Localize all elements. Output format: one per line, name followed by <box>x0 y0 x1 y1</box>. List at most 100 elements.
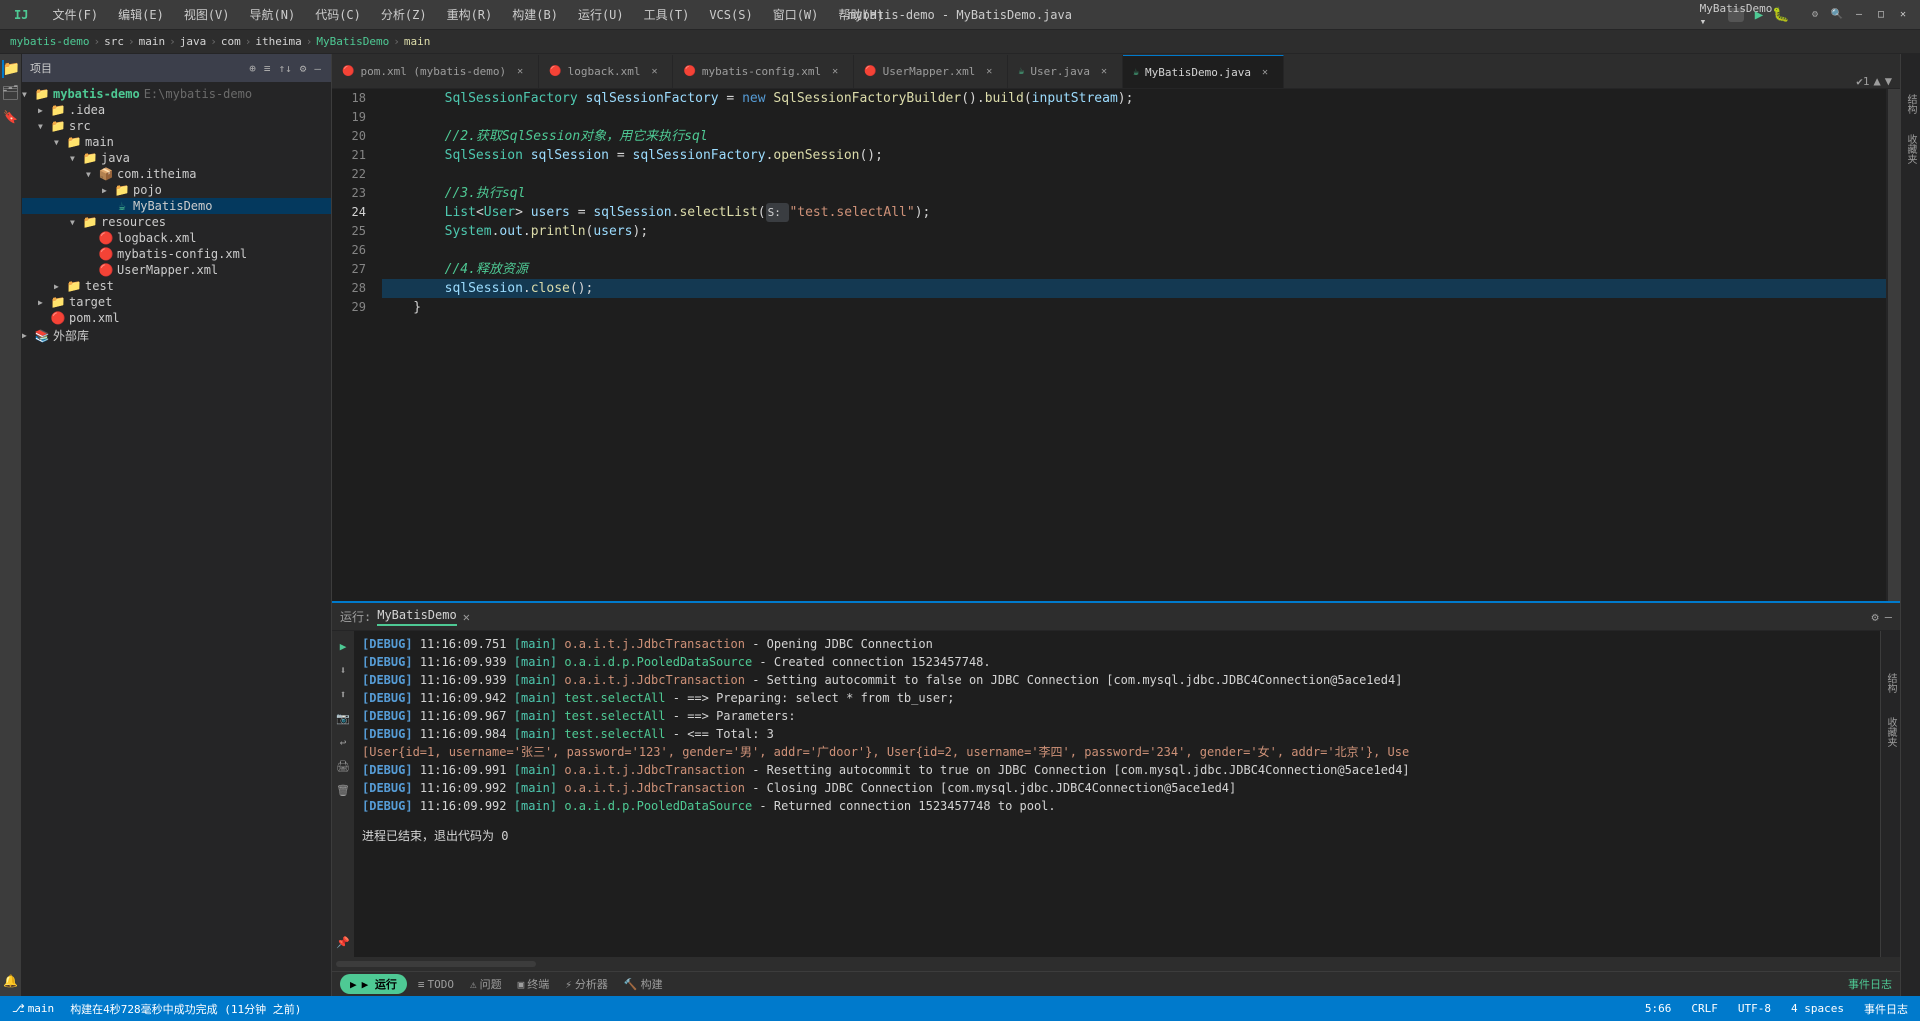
panel-snapshot-btn[interactable]: 📷 <box>334 709 352 727</box>
tree-item-logback[interactable]: ▶ 🔴 logback.xml <box>22 230 331 246</box>
indentation[interactable]: 4 spaces <box>1787 1000 1848 1017</box>
tab-mybatis-config[interactable]: 🔴 mybatis-config.xml ✕ <box>673 55 854 88</box>
structure-label[interactable]: 结构 <box>1881 671 1900 695</box>
menu-view[interactable]: 视图(V) <box>180 4 234 25</box>
breadcrumb-com[interactable]: com <box>221 35 241 48</box>
notifications-icon[interactable]: 🔔 <box>2 972 20 990</box>
tree-item-pojo[interactable]: ▶ 📁 pojo <box>22 182 331 198</box>
tab-logback-close[interactable]: ✕ <box>646 64 662 80</box>
tab-usermapper-close[interactable]: ✕ <box>981 64 997 80</box>
menu-analyze[interactable]: 分析(Z) <box>377 4 431 25</box>
event-log-btn[interactable]: 事件日志 <box>1848 976 1892 992</box>
debug-button[interactable]: 🐛 <box>1774 8 1788 22</box>
breadcrumb-main[interactable]: main <box>139 35 166 48</box>
tab-mybatis-config-close[interactable]: ✕ <box>827 64 843 80</box>
panel-run-btn[interactable]: ▶ <box>334 637 352 655</box>
todo-btn[interactable]: ≡ TODO <box>413 977 459 992</box>
panel-minimize-icon[interactable]: — <box>1885 610 1892 624</box>
tree-item-target[interactable]: ▶ 📁 target <box>22 294 331 310</box>
tree-item-test[interactable]: ▶ 📁 test <box>22 278 331 294</box>
panel-scroll-end-btn[interactable]: ⬇ <box>334 661 352 679</box>
panel-print-btn[interactable]: 🖨 <box>334 757 352 775</box>
menu-vcs[interactable]: VCS(S) <box>705 6 756 24</box>
tab-user-java[interactable]: ☕ User.java ✕ <box>1008 55 1123 88</box>
run-config-dropdown[interactable]: MyBatisDemo ▾ <box>1728 8 1744 22</box>
profiler-btn[interactable]: ⚡ 分析器 <box>560 975 613 993</box>
minimize-button[interactable]: — <box>1852 8 1866 22</box>
tree-item-com-itheima[interactable]: ▼ 📦 com.itheima <box>22 166 331 182</box>
tree-item-idea[interactable]: ▶ 📁 .idea <box>22 102 331 118</box>
bookmarks-label[interactable]: 收藏夹 <box>1881 715 1900 749</box>
close-button[interactable]: ✕ <box>1896 8 1910 22</box>
tree-item-java[interactable]: ▼ 📁 java <box>22 150 331 166</box>
tree-item-main[interactable]: ▼ 📁 main <box>22 134 331 150</box>
bookmarks-side-label[interactable]: 收藏夹 <box>1903 134 1918 164</box>
menu-build[interactable]: 构建(B) <box>508 4 562 25</box>
sidebar-expand-icon[interactable]: ≡ <box>262 60 273 77</box>
breadcrumb-itheima[interactable]: itheima <box>255 35 301 48</box>
console-output[interactable]: [DEBUG] 11:16:09.751 [main] o.a.i.t.j.Jd… <box>354 631 1880 957</box>
project-icon[interactable]: 📁 <box>2 60 20 78</box>
sidebar-minimize-icon[interactable]: — <box>312 60 323 77</box>
terminal-btn[interactable]: ▣ 终端 <box>513 975 555 993</box>
breadcrumb-mybatis-demo[interactable]: mybatis-demo <box>10 35 89 48</box>
tab-pom-xml[interactable]: 🔴 pom.xml (mybatis-demo) ✕ <box>332 55 539 88</box>
tab-pom-close[interactable]: ✕ <box>512 64 528 80</box>
tree-item-src[interactable]: ▼ 📁 src <box>22 118 331 134</box>
build-btn[interactable]: 🔨 构建 <box>619 975 668 993</box>
line-ending[interactable]: CRLF <box>1687 1000 1722 1017</box>
issues-btn[interactable]: ⚠ 问题 <box>465 975 507 993</box>
menu-file[interactable]: 文件(F) <box>48 4 102 25</box>
search-button[interactable]: 🔍 <box>1830 8 1844 22</box>
run-tab-close[interactable]: ✕ <box>463 610 470 624</box>
tree-item-usermapper[interactable]: ▶ 🔴 UserMapper.xml <box>22 262 331 278</box>
panel-settings-icon[interactable]: ⚙ <box>1872 610 1879 624</box>
tree-item-pom[interactable]: ▶ 🔴 pom.xml <box>22 310 331 326</box>
tab-logback[interactable]: 🔴 logback.xml ✕ <box>539 55 673 88</box>
event-log[interactable]: 事件日志 <box>1860 999 1912 1019</box>
panel-clear-btn[interactable]: 🗑 <box>334 781 352 799</box>
tab-user-java-close[interactable]: ✕ <box>1096 64 1112 80</box>
tab-mybatisdemo-java[interactable]: ☕ MyBatisDemo.java ✕ <box>1123 55 1284 88</box>
settings-button[interactable]: ⚙ <box>1808 8 1822 22</box>
structure-icon[interactable]: 🗂 <box>2 84 20 102</box>
menu-edit[interactable]: 编辑(E) <box>114 4 168 25</box>
maximize-button[interactable]: □ <box>1874 8 1888 22</box>
tree-item-resources[interactable]: ▼ 📁 resources <box>22 214 331 230</box>
menu-nav[interactable]: 导航(N) <box>246 4 300 25</box>
editor-split-icon[interactable]: ✔1 <box>1856 75 1869 88</box>
editor-scrollbar[interactable] <box>1886 89 1900 601</box>
panel-scroll-up-btn[interactable]: ⬆ <box>334 685 352 703</box>
breadcrumb-method[interactable]: main <box>404 35 431 48</box>
menu-window[interactable]: 窗口(W) <box>769 4 823 25</box>
panel-soft-wrap-btn[interactable]: ↩ <box>334 733 352 751</box>
tree-item-mybatisdemo[interactable]: ▶ ☕ MyBatisDemo <box>22 198 331 214</box>
sidebar-settings-icon[interactable]: ⚙ <box>298 60 309 77</box>
tree-item-root[interactable]: ▼ 📁 mybatis-demo E:\mybatis-demo <box>22 86 331 102</box>
tree-item-mybatis-config[interactable]: ▶ 🔴 mybatis-config.xml <box>22 246 331 262</box>
menu-refactor[interactable]: 重构(R) <box>443 4 497 25</box>
tab-mybatisdemo-java-close[interactable]: ✕ <box>1257 64 1273 80</box>
cursor-position[interactable]: 5:66 <box>1641 1000 1676 1017</box>
run-tab-name[interactable]: MyBatisDemo <box>377 608 456 626</box>
console-scrollbar[interactable] <box>332 957 1900 971</box>
tab-usermapper[interactable]: 🔴 UserMapper.xml ✕ <box>854 55 1008 88</box>
vcs-status[interactable]: ⎇ main <box>8 1000 58 1017</box>
breadcrumb-src[interactable]: src <box>104 35 124 48</box>
breadcrumb-mybatisdemo[interactable]: MyBatisDemo <box>316 35 389 48</box>
menu-code[interactable]: 代码(C) <box>311 4 365 25</box>
sidebar-collapse-icon[interactable]: ↑↓ <box>277 60 294 77</box>
tree-item-external[interactable]: ▶ 📚 外部库 <box>22 326 331 345</box>
structure-side-label[interactable]: 结构 <box>1903 94 1918 114</box>
editor-chevron-down[interactable]: ▼ <box>1885 74 1892 88</box>
charset[interactable]: UTF-8 <box>1734 1000 1775 1017</box>
breadcrumb-java[interactable]: java <box>180 35 207 48</box>
code-content[interactable]: SqlSessionFactory sqlSessionFactory = ne… <box>372 89 1886 601</box>
run-btn[interactable]: ▶ ▶ 运行 <box>340 974 407 994</box>
menu-tools[interactable]: 工具(T) <box>640 4 694 25</box>
editor-chevron-up[interactable]: ▲ <box>1874 74 1881 88</box>
panel-pin-btn[interactable]: 📌 <box>334 933 352 951</box>
menu-run[interactable]: 运行(U) <box>574 4 628 25</box>
bookmarks-icon[interactable]: 🔖 <box>2 108 20 126</box>
run-button[interactable]: ▶ <box>1752 8 1766 22</box>
